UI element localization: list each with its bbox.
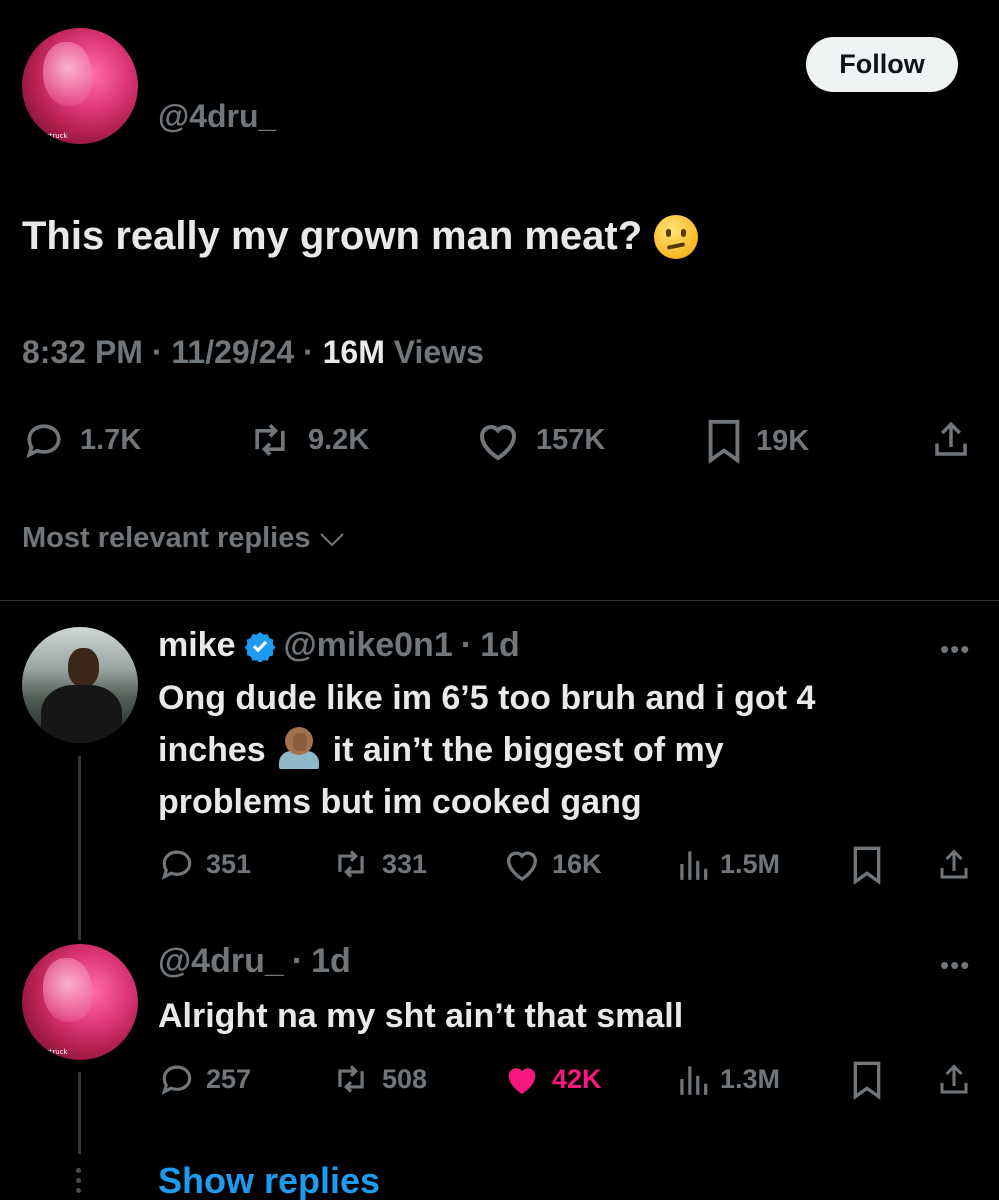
views-button[interactable]: 1.3M bbox=[676, 1060, 780, 1098]
avatar-caption: struck bbox=[46, 1048, 68, 1056]
tweet-text-content: This really my grown man meat? bbox=[22, 214, 643, 258]
reply-header: @4dru_ · 1d bbox=[158, 942, 351, 981]
reply-text: Alright na my sht ain’t that small bbox=[158, 997, 684, 1035]
tweet-meta: 8:32 PM · 11/29/24 · 16M Views bbox=[22, 334, 484, 370]
repost-count: 9.2K bbox=[308, 423, 370, 456]
views-count: 1.3M bbox=[720, 1063, 781, 1094]
author-handle[interactable]: @4dru_ bbox=[158, 98, 276, 135]
reply-text-line: inches it ain’t the biggest of my bbox=[158, 724, 815, 776]
bookmark-button[interactable]: 19K bbox=[706, 418, 809, 464]
bookmark-icon bbox=[853, 1061, 881, 1100]
like-icon bbox=[508, 1068, 536, 1094]
like-button[interactable]: 16K bbox=[502, 845, 602, 883]
repost-button[interactable]: 331 bbox=[330, 845, 427, 883]
reply-sort-label: Most relevant replies bbox=[22, 522, 311, 554]
follow-button[interactable]: Follow bbox=[806, 37, 958, 92]
thread-line bbox=[78, 756, 81, 940]
show-replies-link[interactable]: Show replies bbox=[158, 1160, 380, 1200]
repost-button[interactable]: 508 bbox=[330, 1060, 427, 1098]
share-button[interactable] bbox=[936, 1060, 972, 1100]
reply-button[interactable]: 1.7K bbox=[22, 418, 141, 462]
thread-more-dots bbox=[76, 1168, 82, 1198]
bookmark-button[interactable] bbox=[852, 845, 882, 885]
views-count: 16M bbox=[322, 334, 385, 370]
like-icon bbox=[479, 425, 517, 461]
reply-handle[interactable]: @4dru_ bbox=[158, 942, 284, 981]
tweet-time[interactable]: 8:32 PM bbox=[22, 334, 143, 370]
like-icon bbox=[506, 851, 538, 881]
share-button[interactable] bbox=[930, 418, 972, 462]
share-icon bbox=[940, 849, 968, 879]
reply-age: 1d bbox=[311, 942, 351, 980]
reply-handle[interactable]: @mike0n1 bbox=[284, 626, 453, 665]
like-count: 16K bbox=[552, 848, 602, 879]
reply-age: 1d bbox=[480, 626, 520, 664]
repost-button[interactable]: 9.2K bbox=[246, 418, 369, 462]
reply-icon bbox=[161, 850, 192, 880]
bookmark-count: 19K bbox=[756, 424, 810, 457]
reply-header: mike @mike0n1 · 1d bbox=[158, 626, 520, 665]
thread-line bbox=[78, 1072, 81, 1154]
divider bbox=[0, 600, 999, 601]
bookmark-icon bbox=[708, 419, 740, 464]
share-icon bbox=[935, 421, 967, 456]
more-icon[interactable]: ••• bbox=[940, 950, 970, 981]
confused-face-icon bbox=[654, 214, 699, 259]
reply-sort-dropdown[interactable]: Most relevant replies bbox=[22, 522, 345, 555]
reply-button[interactable]: 257 bbox=[158, 1060, 251, 1098]
author-avatar[interactable]: struck bbox=[22, 28, 138, 144]
repost-count: 331 bbox=[382, 848, 428, 879]
reply-icon bbox=[161, 1065, 192, 1095]
reply-text-segment: it ain’t the biggest of my bbox=[332, 731, 724, 769]
repost-icon bbox=[338, 1065, 364, 1093]
like-button[interactable]: 157K bbox=[474, 418, 605, 462]
verified-icon bbox=[244, 631, 275, 662]
share-icon bbox=[940, 1064, 968, 1094]
reply-text-line: Ong dude like im 6’5 too bruh and i got … bbox=[158, 679, 816, 717]
more-icon[interactable]: ••• bbox=[940, 634, 970, 665]
bookmark-icon bbox=[853, 846, 881, 885]
avatar-caption: struck bbox=[46, 132, 68, 140]
bookmark-button[interactable] bbox=[852, 1060, 882, 1100]
tweet-date[interactable]: 11/29/24 bbox=[171, 334, 294, 370]
repost-icon bbox=[255, 424, 285, 456]
like-count: 157K bbox=[536, 423, 606, 456]
reply-text: Ong dude like im 6’5 too bruh and i got … bbox=[158, 672, 815, 828]
like-button[interactable]: 42K bbox=[502, 1060, 602, 1098]
views-icon bbox=[680, 851, 708, 880]
tweet-text: This really my grown man meat? bbox=[22, 214, 699, 259]
views-button[interactable]: 1.5M bbox=[676, 845, 780, 883]
reply-text-segment: inches bbox=[158, 731, 266, 769]
views-label: Views bbox=[393, 334, 484, 370]
repost-icon bbox=[338, 850, 364, 878]
like-count: 42K bbox=[552, 1063, 602, 1094]
chevron-down-icon bbox=[319, 532, 344, 546]
repost-count: 508 bbox=[382, 1063, 428, 1094]
reply-count: 1.7K bbox=[80, 423, 142, 456]
share-button[interactable] bbox=[936, 845, 972, 885]
reply-count: 257 bbox=[206, 1063, 252, 1094]
views-icon bbox=[680, 1066, 708, 1095]
reply-button[interactable]: 351 bbox=[158, 845, 251, 883]
reply-avatar[interactable] bbox=[22, 627, 138, 743]
reply-avatar[interactable]: struck bbox=[22, 944, 138, 1060]
reply-icon bbox=[26, 424, 61, 459]
views-count: 1.5M bbox=[720, 848, 781, 879]
reply-count: 351 bbox=[206, 848, 252, 879]
facepalm-icon bbox=[279, 727, 320, 769]
reply-display-name[interactable]: mike bbox=[158, 626, 236, 665]
reply-text-line: problems but im cooked gang bbox=[158, 783, 642, 821]
